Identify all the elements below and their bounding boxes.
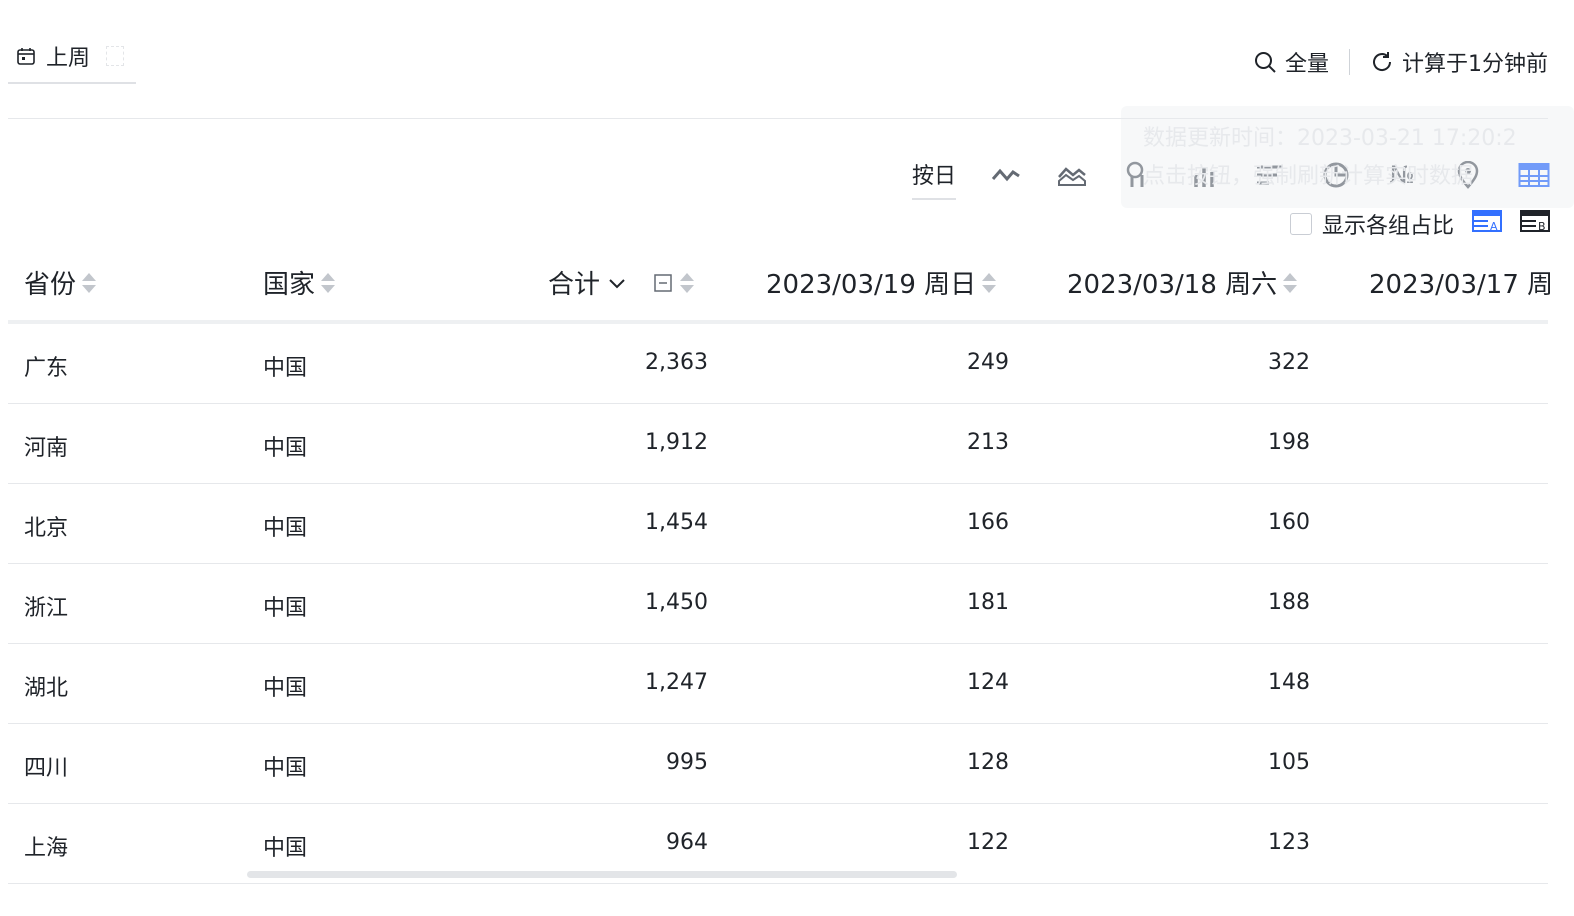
tooltip-line-1: 数据更新时间：2023-03-21 17:20:2 [1143, 126, 1517, 151]
header-date-3-label: 2023/03/17 周 [1369, 270, 1554, 300]
header-country-label: 国家 [263, 270, 316, 300]
show-ratio-label: 显示各组占比 [1321, 214, 1454, 239]
cell-date-1: 166 [967, 510, 1009, 535]
date-range-label: 上周 [46, 46, 91, 71]
data-table: 省份 国家 合计 2023/03/19 周日 2023/03/18 周六 202… [8, 244, 1553, 884]
cell-total: 995 [666, 750, 708, 775]
cell-date-2: 123 [1268, 830, 1310, 855]
table-row[interactable]: 四川 中国 995 128 105 [8, 724, 1548, 804]
cell-date-1: 124 [967, 670, 1009, 695]
cell-total: 1,247 [645, 670, 708, 695]
cell-country: 中国 [263, 516, 308, 541]
granularity-select[interactable]: 按日 [911, 158, 956, 200]
table-row[interactable]: 广东 中国 2,363 249 322 [8, 324, 1548, 404]
cell-province: 北京 [24, 516, 69, 541]
refresh-button[interactable]: 计算于1分钟前 [1370, 46, 1548, 78]
cell-date-1: 128 [967, 750, 1009, 775]
cell-country: 中国 [263, 596, 308, 621]
cell-date-1: 122 [967, 830, 1009, 855]
cell-date-2: 322 [1268, 350, 1310, 375]
search-icon [1254, 52, 1276, 73]
cell-total: 1,450 [645, 590, 708, 615]
header-date-2-label: 2023/03/18 周六 [1067, 270, 1278, 300]
update-time-tooltip: 数据更新时间：2023-03-21 17:20:2 点击按钮，强制刷新计算实时数… [1121, 106, 1574, 208]
header-total[interactable]: 合计 [548, 264, 695, 301]
show-ratio-toggle[interactable]: 显示各组占比 [1289, 208, 1454, 240]
search-scope-label: 全量 [1284, 52, 1329, 77]
table-options: 显示各组占比 A B [1289, 208, 1550, 240]
cell-date-2: 105 [1268, 750, 1310, 775]
cell-province: 湖北 [24, 676, 69, 701]
cell-country: 中国 [263, 436, 308, 461]
sort-icon[interactable] [1283, 272, 1298, 294]
cell-province: 河南 [24, 436, 69, 461]
table-body: 广东 中国 2,363 249 322 河南 中国 1,912 213 198 … [8, 324, 1548, 884]
cell-total: 1,454 [645, 510, 708, 535]
cell-total: 1,912 [645, 430, 708, 455]
cell-province: 浙江 [24, 596, 69, 621]
sort-icon[interactable] [82, 272, 97, 294]
refresh-icon [1373, 52, 1392, 71]
sort-icon[interactable] [982, 272, 997, 294]
cell-province: 上海 [24, 836, 69, 861]
header-country[interactable]: 国家 [263, 264, 336, 301]
sort-icon[interactable] [680, 272, 695, 294]
table-layout-b-icon[interactable]: B [1520, 208, 1550, 240]
header-date-2[interactable]: 2023/03/18 周六 [1067, 264, 1298, 301]
top-actions: 全量 计算于1分钟前 [1253, 46, 1548, 78]
horizontal-scrollbar[interactable] [247, 871, 957, 878]
cell-date-2: 188 [1268, 590, 1310, 615]
cell-date-2: 198 [1268, 430, 1310, 455]
sort-icon[interactable] [321, 272, 336, 294]
refresh-label: 计算于1分钟前 [1402, 52, 1548, 77]
cell-country: 中国 [263, 756, 308, 781]
cell-country: 中国 [263, 356, 308, 381]
svg-text:A: A [1490, 220, 1498, 233]
table-row[interactable]: 湖北 中国 1,247 124 148 [8, 644, 1548, 724]
area-chart-icon[interactable] [1056, 159, 1088, 191]
chevron-down-icon[interactable] [606, 272, 628, 294]
cell-province: 广东 [24, 356, 69, 381]
cell-date-1: 181 [967, 590, 1009, 615]
calendar-icon [17, 48, 35, 65]
cell-date-1: 249 [967, 350, 1009, 375]
cell-date-2: 148 [1268, 670, 1310, 695]
svg-text:B: B [1538, 220, 1546, 233]
table-row[interactable]: 北京 中国 1,454 166 160 [8, 484, 1548, 564]
header-province-label: 省份 [24, 270, 77, 300]
divider [1349, 49, 1350, 75]
search-scope-button[interactable]: 全量 [1253, 46, 1329, 78]
table-header: 省份 国家 合计 2023/03/19 周日 2023/03/18 周六 202… [8, 244, 1553, 324]
table-layout-a-icon[interactable]: A [1472, 208, 1502, 240]
header-date-1[interactable]: 2023/03/19 周日 [766, 264, 997, 301]
collapse-icon[interactable] [652, 272, 674, 294]
show-ratio-checkbox[interactable] [1289, 213, 1312, 235]
date-range-picker[interactable]: 上周 [8, 30, 136, 84]
line-chart-icon[interactable] [990, 159, 1022, 191]
cell-total: 2,363 [645, 350, 708, 375]
table-row[interactable]: 浙江 中国 1,450 181 188 [8, 564, 1548, 644]
header-total-label: 合计 [548, 270, 601, 300]
compare-icon[interactable] [106, 46, 125, 66]
cell-total: 964 [666, 830, 708, 855]
table-row[interactable]: 河南 中国 1,912 213 198 [8, 404, 1548, 484]
cell-country: 中国 [263, 836, 308, 861]
header-date-1-label: 2023/03/19 周日 [766, 270, 977, 300]
cell-date-2: 160 [1268, 510, 1310, 535]
cell-province: 四川 [24, 756, 69, 781]
tooltip-line-2: 点击按钮，强制刷新计算实时数据 [1143, 164, 1474, 189]
cell-date-1: 213 [967, 430, 1009, 455]
cell-country: 中国 [263, 676, 308, 701]
header-date-3[interactable]: 2023/03/17 周 [1369, 264, 1553, 301]
header-province[interactable]: 省份 [24, 264, 97, 301]
